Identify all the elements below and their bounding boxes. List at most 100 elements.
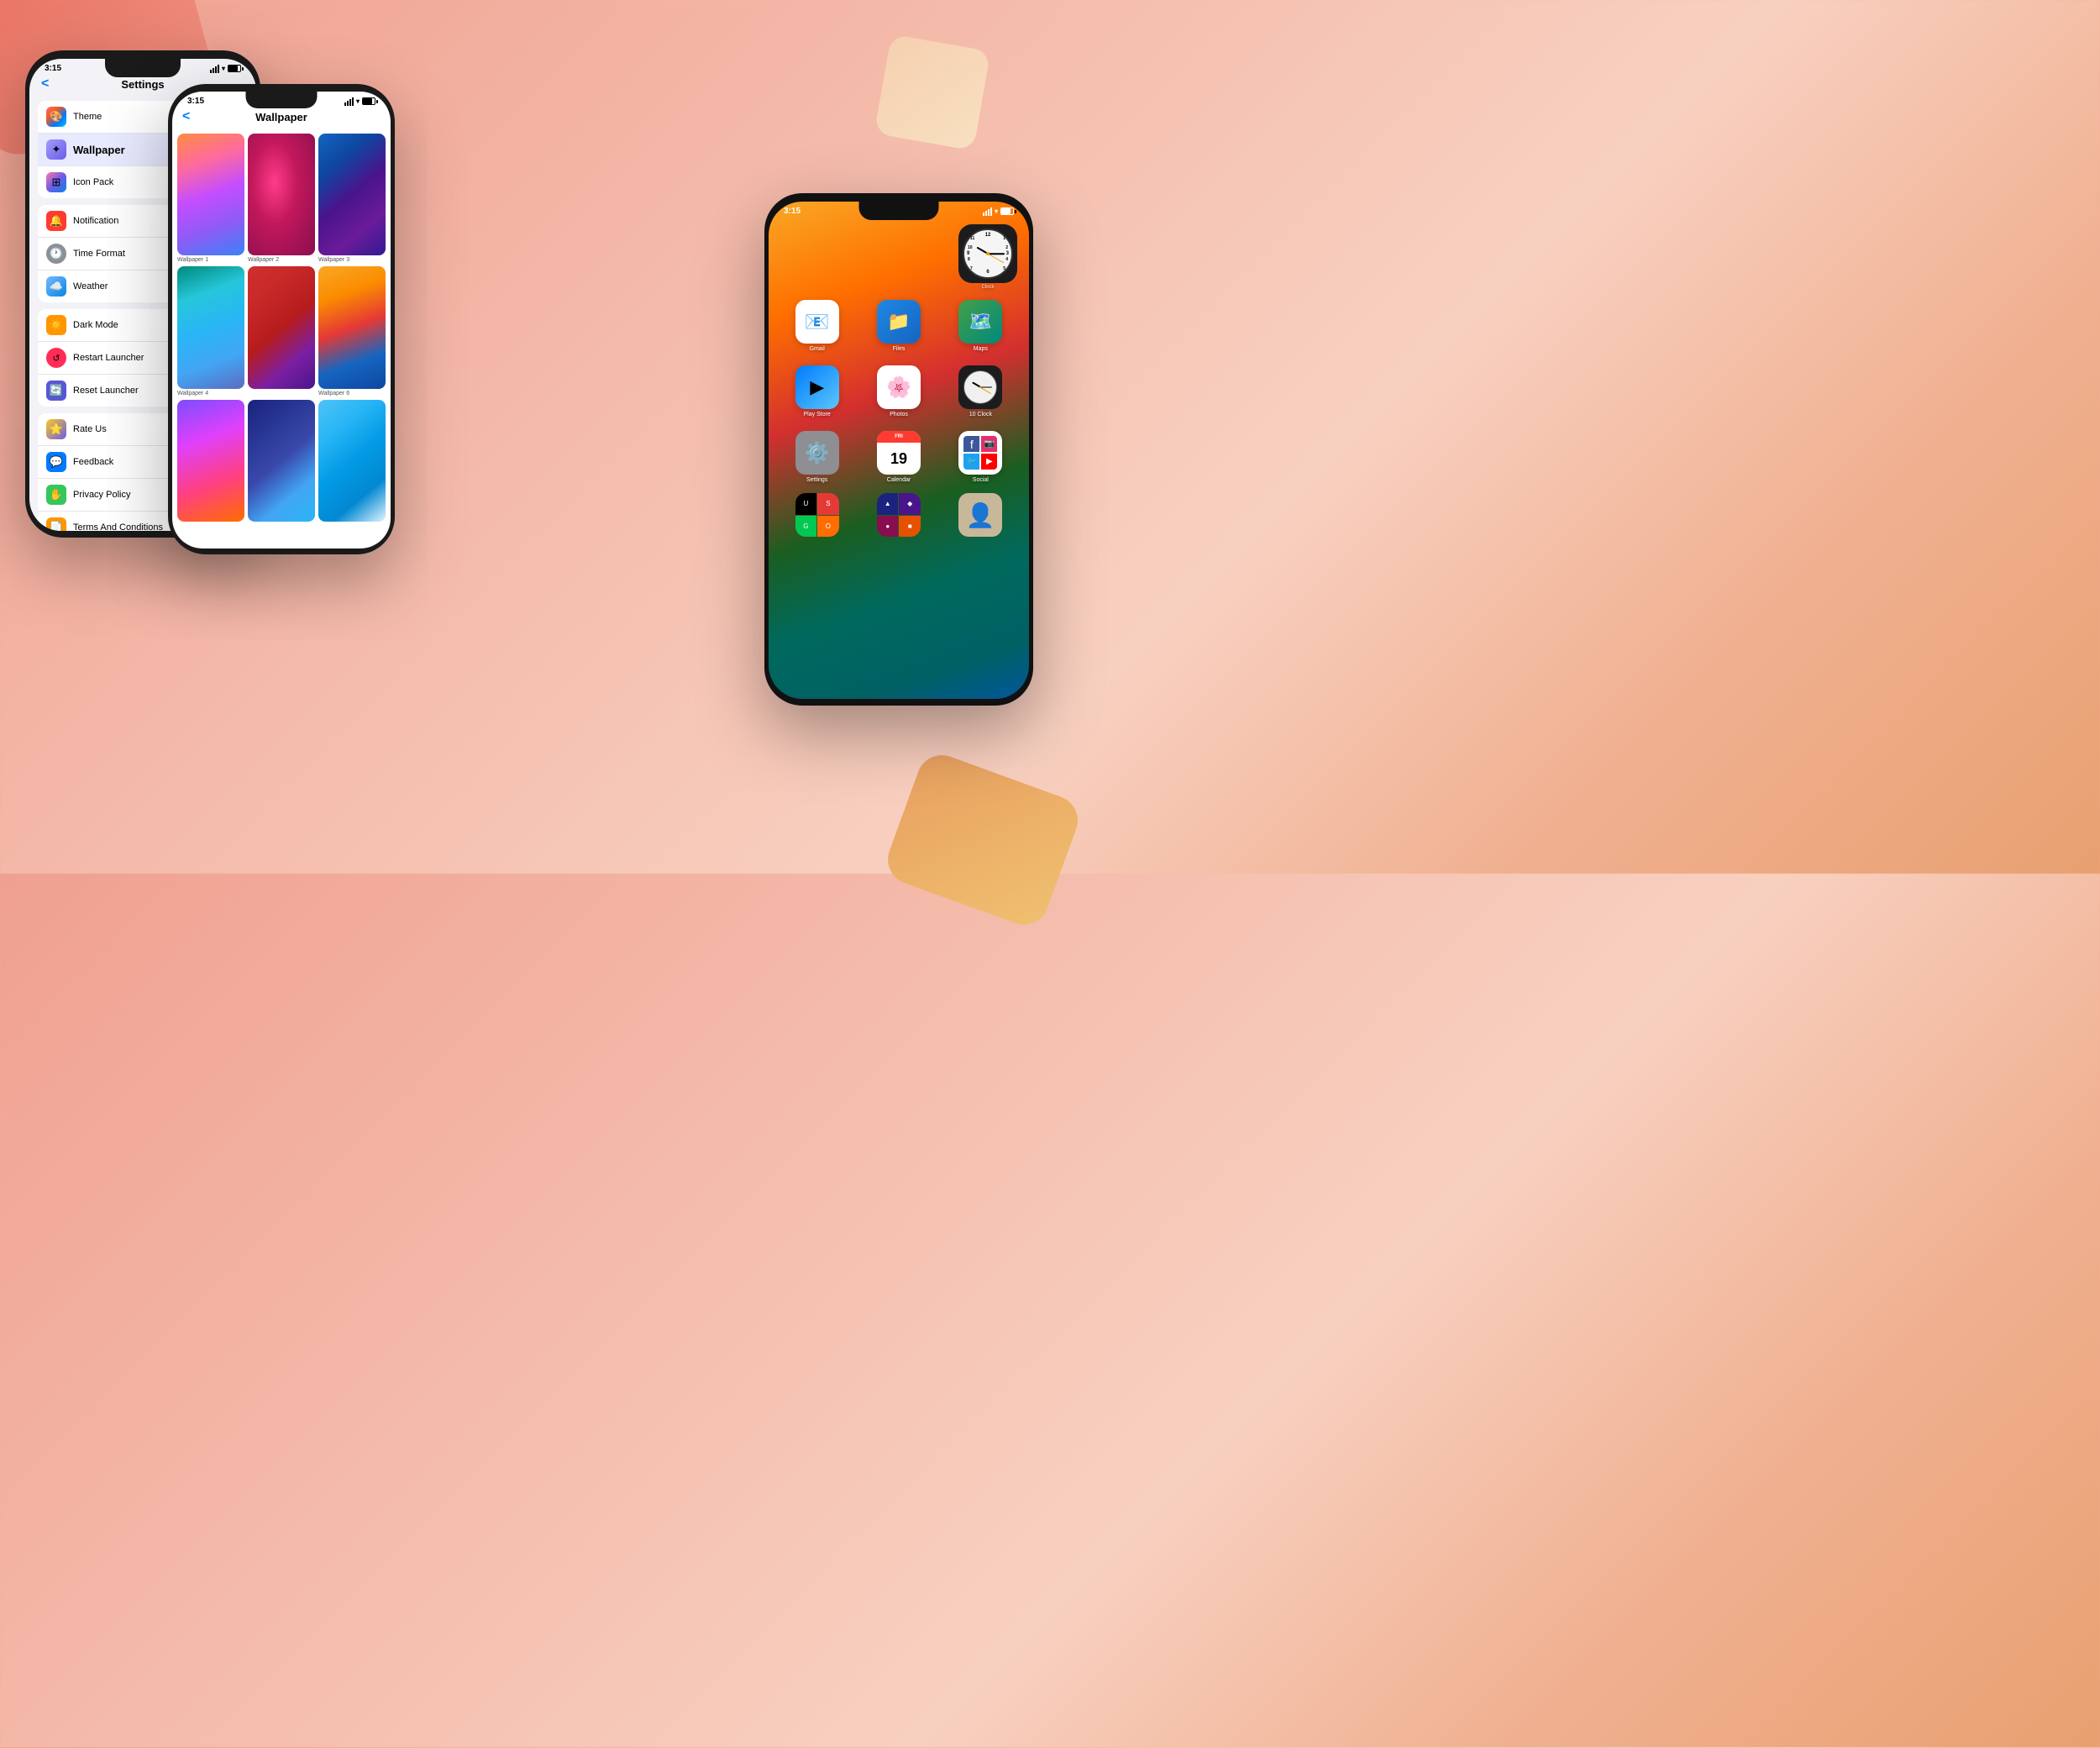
playstore-label: Play Store — [804, 412, 831, 417]
mid-status-time: 3:15 — [187, 97, 204, 106]
mini8: ■ — [899, 516, 921, 538]
app-item-gmail[interactable]: 📧 Gmail — [780, 300, 853, 352]
rateus-icon: ⭐ — [46, 419, 66, 439]
calendar-icon: FRI 19 — [877, 431, 921, 475]
wallpaper-thumb-2 — [248, 134, 315, 255]
wallpaper-thumb-3 — [318, 134, 386, 255]
notification-label: Notification — [73, 216, 118, 226]
mini6: ◆ — [899, 493, 921, 515]
wallpaper-label: Wallpaper — [73, 144, 125, 156]
wallpaper-thumb-7 — [177, 400, 244, 522]
notification-icon: 🔔 — [46, 211, 66, 231]
wallpaper-item-6[interactable]: Wallpaper 6 — [318, 266, 386, 396]
clock-small-icon — [958, 365, 1002, 409]
right-signal-bar-2 — [985, 211, 987, 216]
mini5: ▲ — [877, 493, 899, 515]
status-icons: ▾ — [210, 65, 241, 73]
iconpack-label: Icon Pack — [73, 177, 113, 187]
wallpaper-item-3[interactable]: Wallpaper 3 — [318, 134, 386, 263]
right-status-time: 3:15 — [784, 207, 801, 216]
restart-icon: ↺ — [46, 348, 66, 368]
rateus-label: Rate Us — [73, 424, 107, 434]
social-grid: f 📷 🐦 ▶ — [963, 436, 997, 470]
gmail-label: Gmail — [810, 346, 825, 352]
wallpaper-item-8[interactable] — [248, 400, 315, 523]
weather-icon: ☁️ — [46, 276, 66, 297]
feedback-label: Feedback — [73, 457, 113, 467]
wallpaper-item-9[interactable] — [318, 400, 386, 523]
mid-wifi-icon: ▾ — [356, 97, 360, 105]
app-grid-row4: U S G O ▲ ◆ ● ■ 👤 — [769, 490, 1029, 537]
group2-icon: ▲ ◆ ● ■ — [877, 493, 921, 537]
wallpaper-title: Wallpaper — [255, 111, 307, 123]
mid-signal-bar-1 — [344, 102, 346, 106]
wallpaper-icon: ✦ — [46, 139, 66, 160]
app-item-clock-small[interactable]: 10 Clock — [944, 365, 1017, 417]
wallpaper-thumb-8 — [248, 400, 315, 522]
contacts-icon: 👤 — [958, 493, 1002, 537]
social-icon: f 📷 🐦 ▶ — [958, 431, 1002, 475]
reset-label: Reset Launcher — [73, 386, 139, 396]
wallpaper-item-5[interactable] — [248, 266, 315, 396]
right-status-icons: ▾ — [983, 207, 1014, 216]
bg-decoration-br — [881, 748, 1085, 932]
home-background: 3:15 ▾ — [769, 202, 1029, 699]
small-second-hand — [980, 387, 991, 394]
app-item-uber[interactable]: U S G O — [780, 493, 853, 537]
uber-mini: U — [795, 493, 817, 515]
app-grid-row2: ▶ Play Store 🌸 Photos — [769, 359, 1029, 424]
app-item-group2[interactable]: ▲ ◆ ● ■ — [862, 493, 935, 537]
signal-bar-3 — [215, 66, 217, 73]
mid-notch — [246, 92, 318, 108]
terms-icon: 📄 — [46, 517, 66, 531]
wallpaper-thumb-6 — [318, 266, 386, 388]
wallpaper-back-button[interactable]: < — [182, 109, 190, 124]
clock-widget-label: Clock — [981, 285, 994, 290]
uber-group-icon: U S G O — [795, 493, 839, 537]
wallpaper-label-4: Wallpaper 4 — [177, 391, 244, 396]
app-item-calendar[interactable]: FRI 19 Calendar — [862, 431, 935, 483]
twitter-mini: 🐦 — [963, 454, 979, 470]
calendar-day: FRI — [895, 434, 903, 439]
right-signal-bar-4 — [990, 207, 992, 216]
wallpaper-item-7[interactable] — [177, 400, 244, 523]
wallpaper-item-2[interactable]: Wallpaper 2 — [248, 134, 315, 263]
battery-icon — [228, 65, 241, 72]
app-item-photos[interactable]: 🌸 Photos — [862, 365, 935, 417]
app-item-social[interactable]: f 📷 🐦 ▶ Social — [944, 431, 1017, 483]
app-item-files[interactable]: 📁 Files — [862, 300, 935, 352]
wallpaper-thumb-9 — [318, 400, 386, 522]
settings-icon: ⚙️ — [795, 431, 839, 475]
calendar-body: 19 — [877, 443, 921, 475]
theme-label: Theme — [73, 112, 102, 122]
wifi-icon: ▾ — [222, 65, 225, 72]
app-item-playstore[interactable]: ▶ Play Store — [780, 365, 853, 417]
wallpaper-item-4[interactable]: Wallpaper 4 — [177, 266, 244, 396]
clock-center-dot — [986, 252, 990, 255]
clock-icon-large[interactable]: 12 3 6 9 1 11 2 5 7 4 8 10 — [958, 224, 1017, 283]
files-icon: 📁 — [877, 300, 921, 344]
phone-wallpaper: 3:15 ▾ < Wallpaper — [168, 84, 395, 554]
app-item-maps[interactable]: 🗺️ Maps — [944, 300, 1017, 352]
photos-label: Photos — [890, 412, 908, 417]
wallpaper-item-1[interactable]: Wallpaper 1 — [177, 134, 244, 263]
clock-widget-large: 12 3 6 9 1 11 2 5 7 4 8 10 — [958, 224, 1017, 290]
back-button[interactable]: < — [41, 76, 49, 92]
photos-icon: 🌸 — [877, 365, 921, 409]
app-item-contacts[interactable]: 👤 — [944, 493, 1017, 537]
wallpaper-header: < Wallpaper — [172, 108, 391, 129]
right-notch — [859, 202, 939, 220]
top-widget-area: 12 3 6 9 1 11 2 5 7 4 8 10 — [769, 218, 1029, 293]
app-item-settings[interactable]: ⚙️ Settings — [780, 431, 853, 483]
status-time: 3:15 — [45, 64, 61, 73]
homescreen: 3:15 ▾ — [769, 202, 1029, 699]
clock-small-face — [963, 370, 997, 404]
wallpaper-label-6: Wallpaper 6 — [318, 391, 386, 396]
weather-label: Weather — [73, 281, 108, 291]
signal-icon — [210, 65, 219, 73]
maps-label: Maps — [974, 346, 988, 352]
mid-battery-fill — [363, 98, 372, 104]
mid-signal-icon — [344, 97, 354, 106]
wallpaper-thumb-5 — [248, 266, 315, 388]
theme-icon: 🎨 — [46, 107, 66, 127]
